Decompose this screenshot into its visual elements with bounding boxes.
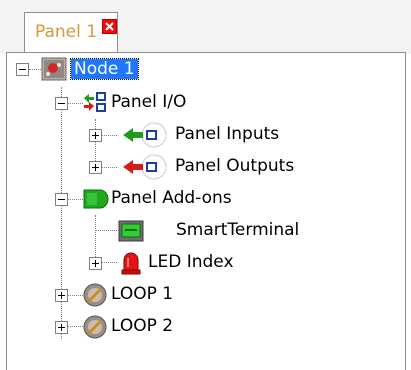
loop-icon (83, 283, 107, 311)
loop-icon (83, 315, 107, 343)
collapse-button[interactable] (16, 63, 29, 76)
tree-node-label: Node 1 (70, 58, 139, 80)
tree-node-panel-inputs[interactable]: Panel Inputs (7, 121, 407, 149)
tree-panel: Node 1 Panel I/O Panel Inputs Panel Outp… (6, 52, 406, 370)
led-icon (119, 250, 143, 280)
close-icon[interactable] (102, 19, 117, 34)
tree-node-smart-terminal[interactable]: SmartTerminal (7, 217, 407, 245)
tree-node-label: Panel Add-ons (111, 188, 232, 208)
tree-node-panel-outputs[interactable]: Panel Outputs (7, 153, 407, 181)
tree-node-loop-1[interactable]: LOOP 1 (7, 281, 407, 309)
tree-node-root[interactable]: Node 1 (7, 57, 407, 85)
output-arrow-icon (117, 153, 167, 185)
tab-bar: Panel 1 (0, 0, 411, 54)
tree-node-loop-2[interactable]: LOOP 2 (7, 313, 407, 341)
collapse-button[interactable] (55, 193, 68, 206)
tab-panel-1[interactable]: Panel 1 (24, 12, 118, 52)
expand-button[interactable] (89, 257, 102, 270)
addon-board-icon (83, 188, 109, 214)
node-icon (41, 57, 67, 85)
tree-node-label: Panel Outputs (175, 156, 295, 176)
tree-node-label: Panel Inputs (175, 124, 280, 144)
tree-node-led-index[interactable]: LED Index (7, 249, 407, 277)
tree-node-label: SmartTerminal (176, 220, 300, 240)
input-arrow-icon (117, 121, 167, 153)
panel-io-icon (83, 90, 107, 118)
tab-label: Panel 1 (35, 22, 98, 42)
tree-node-label: LED Index (148, 252, 234, 272)
collapse-button[interactable] (55, 97, 68, 110)
expand-button[interactable] (55, 321, 68, 334)
tree-node-label: LOOP 2 (111, 316, 174, 336)
tree-node-label: LOOP 1 (111, 284, 174, 304)
tree-node-panel-addons[interactable]: Panel Add-ons (7, 185, 407, 213)
expand-button[interactable] (89, 129, 102, 142)
terminal-icon (118, 220, 144, 246)
expand-button[interactable] (55, 289, 68, 302)
expand-button[interactable] (89, 161, 102, 174)
tree-node-label: Panel I/O (111, 92, 187, 112)
tree-node-panel-io[interactable]: Panel I/O (7, 89, 407, 117)
